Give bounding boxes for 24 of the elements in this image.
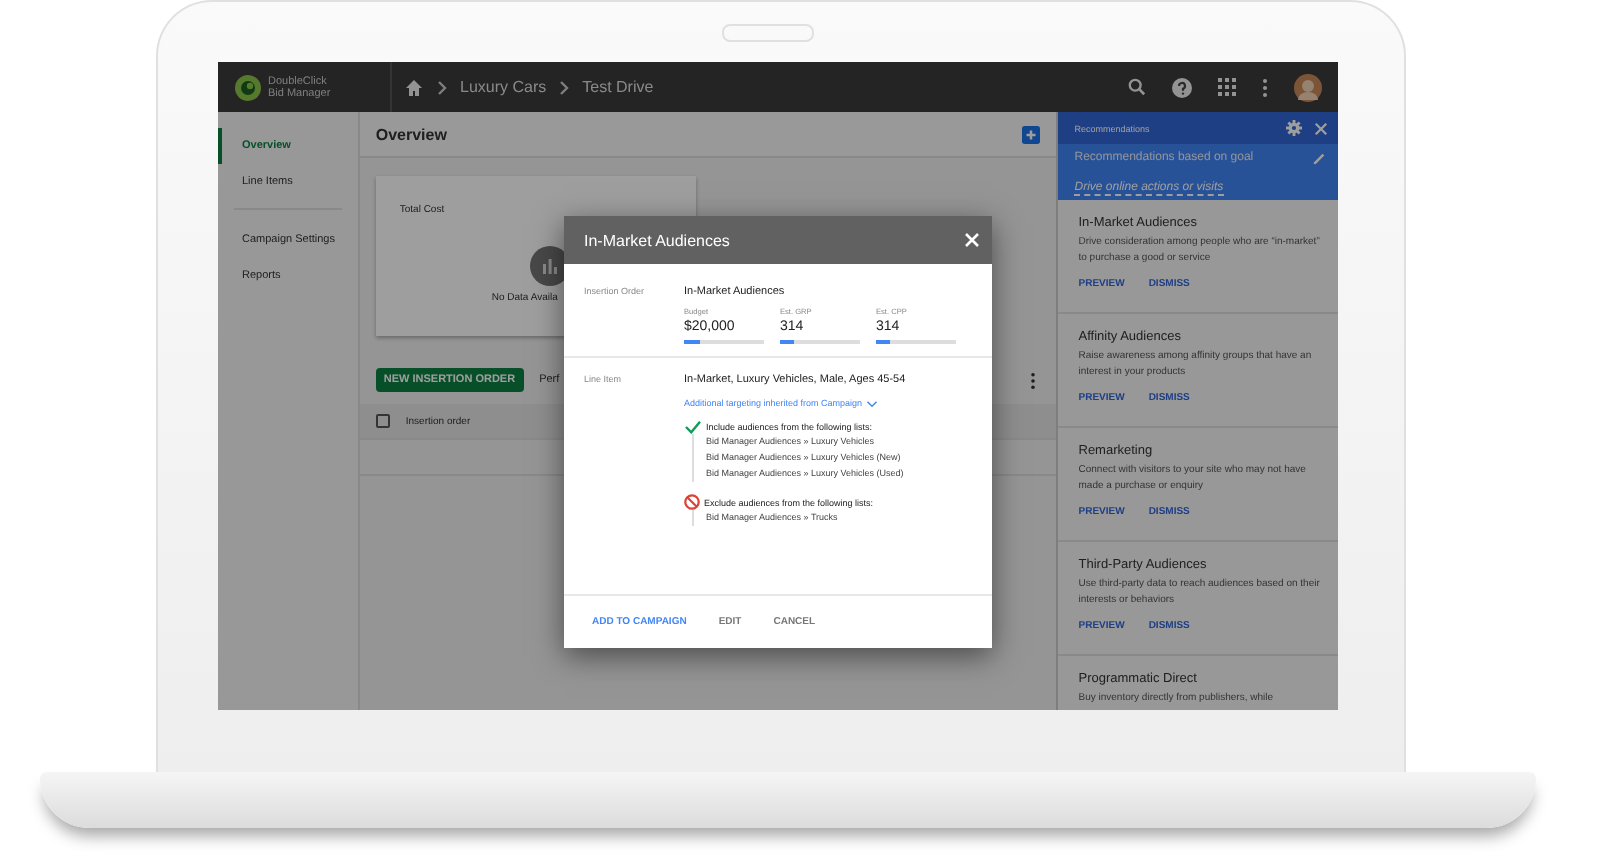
chevron-icon [436, 79, 448, 95]
checkbox[interactable] [375, 414, 390, 428]
apps-icon[interactable] [1218, 78, 1236, 96]
page-title: Overview [375, 125, 449, 143]
add-icon[interactable] [1022, 125, 1041, 143]
breadcrumb-link[interactable]: Luxury Cars [460, 78, 547, 96]
check-icon [684, 420, 702, 434]
close-icon[interactable] [964, 232, 980, 248]
search-icon[interactable] [1128, 78, 1146, 96]
edit-icon[interactable] [1312, 152, 1326, 166]
help-icon[interactable] [1172, 77, 1192, 97]
chevron-icon [558, 79, 571, 95]
more-icon[interactable] [1030, 371, 1037, 389]
home-icon[interactable] [404, 77, 424, 97]
avatar[interactable] [1294, 73, 1322, 101]
logo-icon [234, 73, 262, 101]
chevron-down-icon[interactable] [866, 399, 879, 407]
more-icon[interactable] [1262, 77, 1268, 97]
no-entry-icon [684, 494, 700, 510]
settings-icon[interactable] [1286, 120, 1302, 136]
dialog-title: In-Market Audiences [584, 231, 730, 249]
close-icon[interactable] [1314, 121, 1328, 135]
camera-icon [722, 24, 814, 42]
breadcrumb-link[interactable]: Test Drive [582, 78, 654, 96]
